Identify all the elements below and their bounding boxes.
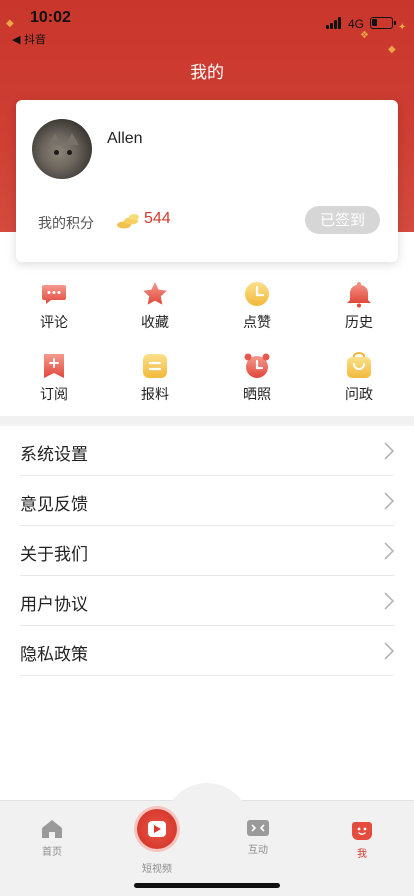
menu-item-user-agreement[interactable]: 用户协议 xyxy=(0,576,414,626)
comment-icon xyxy=(42,285,66,304)
signal-icon xyxy=(326,17,344,29)
grid-item-favorite[interactable]: 收藏 xyxy=(105,280,205,340)
bottom-tab-bar: 首页 短视频 互动 我 xyxy=(0,783,414,896)
grid-label: 评论 xyxy=(40,315,68,331)
checkin-button[interactable]: 已签到 xyxy=(305,206,380,234)
grid-label: 点赞 xyxy=(243,315,271,331)
divider xyxy=(20,675,394,676)
battery-icon xyxy=(370,17,396,29)
grid-label: 收藏 xyxy=(141,315,169,331)
chevron-right-icon xyxy=(384,442,394,460)
tab-me[interactable]: 我 xyxy=(327,819,397,860)
menu-item-about-us[interactable]: 关于我们 xyxy=(0,526,414,576)
interact-icon xyxy=(247,820,269,836)
tab-home[interactable]: 首页 xyxy=(17,819,87,858)
grid-item-subscribe[interactable]: 订阅 xyxy=(4,352,104,412)
network-type: 4G xyxy=(348,17,365,31)
grid-item-photo[interactable]: 晒照 xyxy=(207,352,307,412)
grid-label: 问政 xyxy=(345,387,373,403)
chevron-right-icon xyxy=(384,542,394,560)
tab-short-video[interactable]: 短视频 xyxy=(122,855,192,875)
menu-item-label: 意见反馈 xyxy=(20,495,88,515)
grid-item-report[interactable]: 报料 xyxy=(105,352,205,412)
grid-item-inquiry[interactable]: 问政 xyxy=(309,352,409,412)
points-value: 544 xyxy=(144,210,171,227)
star-icon xyxy=(143,282,167,305)
menu-item-system-settings[interactable]: 系统设置 xyxy=(0,426,414,476)
chevron-right-icon xyxy=(384,592,394,610)
alarm-icon xyxy=(244,353,270,378)
home-icon xyxy=(42,820,62,838)
page-title: 我的 xyxy=(190,63,224,83)
grid-label: 订阅 xyxy=(40,387,68,403)
play-icon xyxy=(148,821,166,837)
clock-icon xyxy=(245,282,269,306)
bag-icon xyxy=(347,352,371,378)
short-video-button[interactable] xyxy=(137,809,177,849)
report-icon xyxy=(143,354,167,378)
username: Allen xyxy=(107,130,143,147)
menu-item-label: 用户协议 xyxy=(20,595,88,615)
grid-label: 历史 xyxy=(345,315,373,331)
grid-item-like[interactable]: 点赞 xyxy=(207,280,307,340)
tab-label: 短视频 xyxy=(142,864,172,875)
menu-item-feedback[interactable]: 意见反馈 xyxy=(0,476,414,526)
chevron-right-icon xyxy=(384,492,394,510)
grid-label: 晒照 xyxy=(243,387,271,403)
profile-card: Allen 我的积分 544 已签到 xyxy=(16,100,398,262)
home-indicator xyxy=(134,883,280,888)
coin-icon xyxy=(117,214,139,229)
face-icon xyxy=(352,822,372,840)
menu-item-label: 系统设置 xyxy=(20,445,88,465)
tab-label: 首页 xyxy=(42,847,62,858)
bell-icon xyxy=(347,282,371,308)
grid-item-comment[interactable]: 评论 xyxy=(4,280,104,340)
avatar[interactable] xyxy=(32,119,92,179)
grid-item-history[interactable]: 历史 xyxy=(309,280,409,340)
back-to-app-link[interactable]: ◀ 抖音 xyxy=(12,31,46,47)
menu-item-label: 关于我们 xyxy=(20,545,88,565)
subscribe-icon xyxy=(44,354,64,378)
grid-label: 报料 xyxy=(141,387,169,403)
status-bar: 10:02 ◀ 抖音 4G xyxy=(0,0,414,48)
points-label: 我的积分 xyxy=(38,216,94,232)
section-divider xyxy=(0,416,414,426)
tab-label: 我 xyxy=(357,849,367,860)
tab-label: 互动 xyxy=(248,845,268,856)
menu-item-privacy-policy[interactable]: 隐私政策 xyxy=(0,626,414,676)
chevron-right-icon xyxy=(384,642,394,660)
status-time: 10:02 xyxy=(30,9,71,26)
tab-interact[interactable]: 互动 xyxy=(223,819,293,856)
menu-item-label: 隐私政策 xyxy=(20,645,88,665)
settings-menu: 系统设置 意见反馈 关于我们 用户协议 隐私政策 xyxy=(0,426,414,676)
